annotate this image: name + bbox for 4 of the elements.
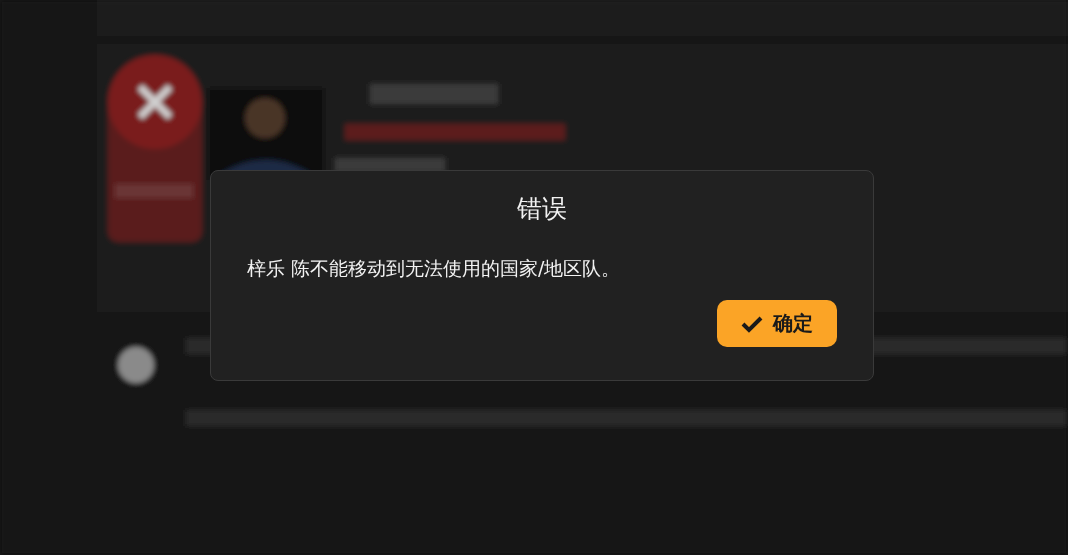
checkmark-icon <box>741 314 763 333</box>
confirm-button[interactable]: 确定 <box>717 300 837 347</box>
dialog-message: 梓乐 陈不能移动到无法使用的国家/地区队。 <box>247 256 622 281</box>
dialog-title: 错误 <box>516 193 568 225</box>
